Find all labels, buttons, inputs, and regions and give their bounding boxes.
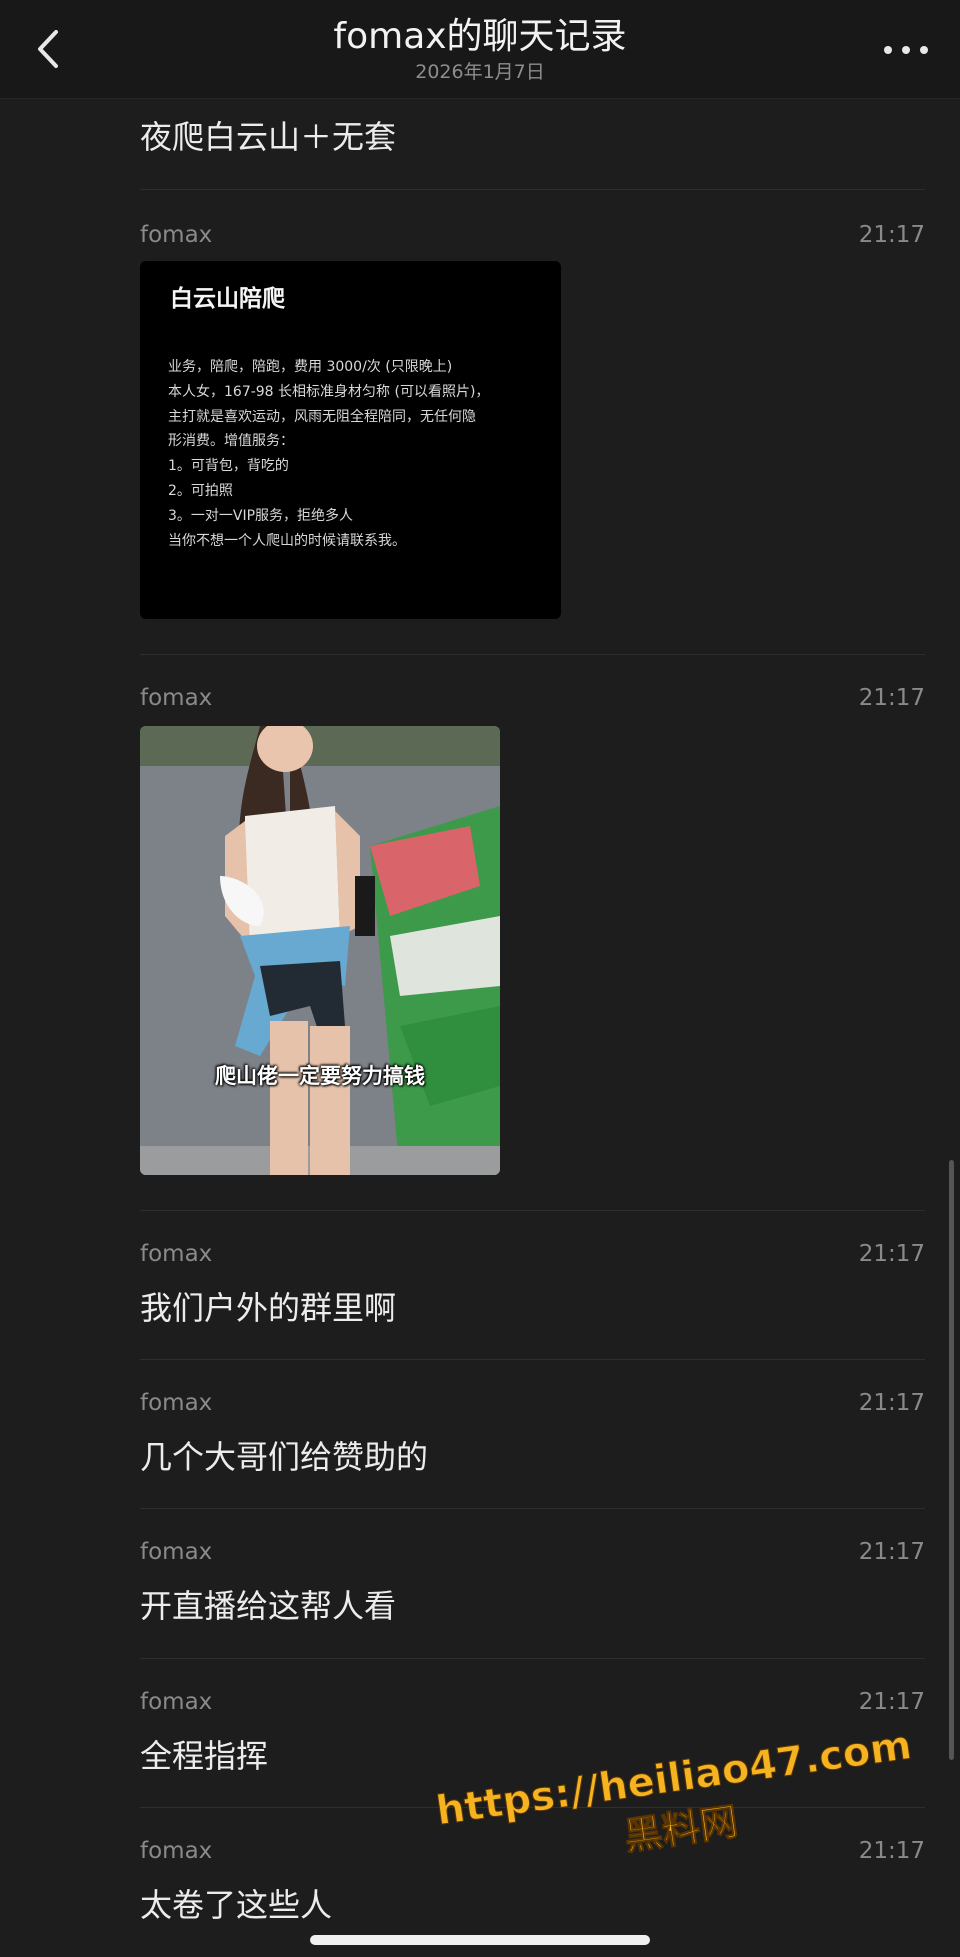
scrollbar[interactable] <box>949 1160 954 1760</box>
chat-message: fomax 21:17 几个大哥们给赞助的 <box>140 1360 925 1509</box>
message-time: 21:17 <box>858 1539 925 1565</box>
card-line: 主打就是喜欢运动，风雨无阻全程陪同，无任何隐 <box>168 408 476 425</box>
message-sender: fomax <box>140 1390 213 1416</box>
title-block: fomax的聊天记录 2026年1月7日 <box>0 14 960 84</box>
card-line: 当你不想一个人爬山的时候请联系我。 <box>168 532 406 549</box>
message-sender: fomax <box>140 1241 213 1267</box>
navigation-bar: fomax的聊天记录 2026年1月7日 <box>0 0 960 99</box>
chat-record-date: 2026年1月7日 <box>415 61 545 83</box>
chat-message: fomax 21:17 白云山陪爬 业务，陪爬，陪跑，费用 3000/次 (只限… <box>140 190 925 655</box>
photo-illustration <box>140 726 500 1175</box>
card-line: 形消费。增值服务： <box>168 433 294 450</box>
card-title: 白云山陪爬 <box>170 286 285 312</box>
card-line: 本人女，167-98 长相标准身材匀称 (可以看照片)， <box>168 383 490 400</box>
card-line: 2。可拍照 <box>168 482 233 499</box>
chat-message: fomax 21:17 开直播给这帮人看 <box>140 1509 925 1659</box>
chat-message: 夜爬白云山＋无套 <box>140 98 925 190</box>
card-line: 业务，陪爬，陪跑，费用 3000/次 (只限晚上) <box>168 359 453 375</box>
message-sender: fomax <box>140 1539 213 1565</box>
chat-message: fomax 21:17 我们户外的群里啊 <box>140 1211 925 1360</box>
chat-message: fomax 21:17 爬山佬一定要努力搞钱 <box>140 655 925 1211</box>
message-sender: fomax <box>140 1838 213 1864</box>
message-time: 21:17 <box>858 222 925 248</box>
message-text: 我们户外的群里啊 <box>140 1289 397 1327</box>
message-text: 全程指挥 <box>140 1737 269 1775</box>
card-line: 1。可背包，背吃的 <box>168 458 289 475</box>
card-body: 业务，陪爬，陪跑，费用 3000/次 (只限晚上) 本人女，167-98 长相标… <box>168 355 548 553</box>
message-time: 21:17 <box>858 685 925 711</box>
message-text: 几个大哥们给赞助的 <box>140 1438 429 1476</box>
message-text: 开直播给这帮人看 <box>140 1587 397 1625</box>
message-sender: fomax <box>140 1689 213 1715</box>
message-text: 太卷了这些人 <box>140 1886 333 1924</box>
photo-caption: 爬山佬一定要努力搞钱 <box>215 1064 425 1088</box>
message-time: 21:17 <box>858 1241 925 1267</box>
chat-record-list: 夜爬白云山＋无套 fomax 21:17 白云山陪爬 业务，陪爬，陪跑，费用 3… <box>140 98 925 1948</box>
message-sender: fomax <box>140 222 213 248</box>
message-time: 21:17 <box>858 1390 925 1416</box>
home-indicator[interactable] <box>310 1935 650 1945</box>
message-time: 21:17 <box>858 1689 925 1715</box>
message-text: 夜爬白云山＋无套 <box>140 118 397 156</box>
chat-record-title: fomax的聊天记录 <box>333 16 627 57</box>
photo-woman-hiking-outfit[interactable]: 爬山佬一定要努力搞钱 <box>140 726 500 1175</box>
message-sender: fomax <box>140 685 213 711</box>
more-options-icon[interactable] <box>878 30 934 70</box>
card-line: 3。一对一VIP服务，拒绝多人 <box>168 507 354 524</box>
image-card-escort-ad[interactable]: 白云山陪爬 业务，陪爬，陪跑，费用 3000/次 (只限晚上) 本人女，167-… <box>140 261 561 619</box>
